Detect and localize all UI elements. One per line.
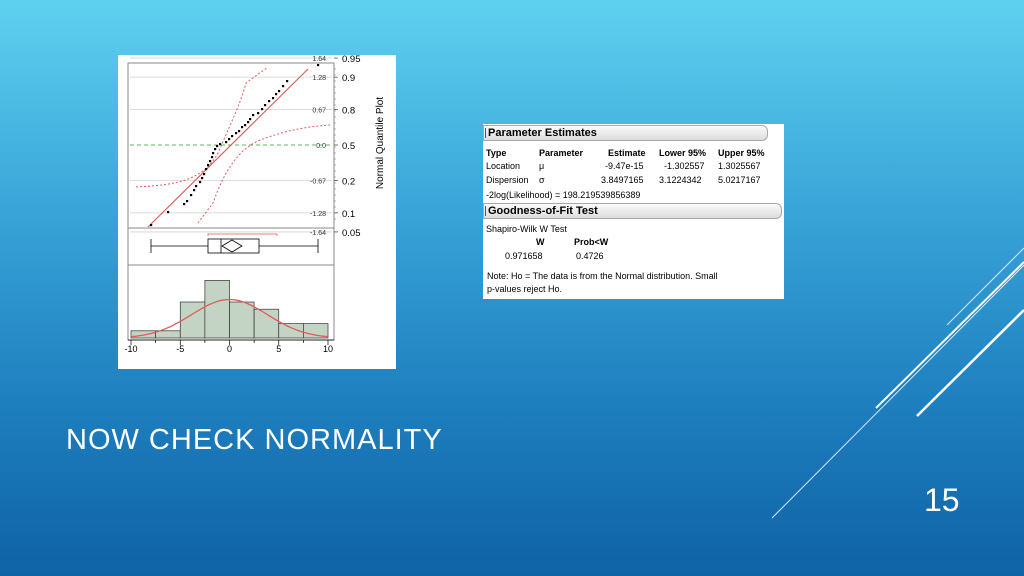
quantile-tick-left: 0.67 [312,107,326,114]
deco-line [875,261,1024,409]
quantile-point [216,145,219,148]
quantile-point [201,177,204,180]
x-tick-label: 10 [323,344,333,354]
quantile-point [247,121,250,124]
quantile-point [219,143,222,146]
parameter-estimates-header[interactable]: Parameter Estimates [483,125,768,141]
histogram-bar [204,280,230,339]
goodness-of-fit-title: Goodness-of-Fit Test [488,205,598,217]
header-lower95: Lower 95% [659,148,707,158]
quantile-point [231,135,234,138]
row-dispersion-lower: 3.1224342 [659,175,702,185]
x-tick-label: -5 [176,344,184,354]
header-parameter: Parameter [539,148,584,158]
quantile-point [278,90,281,93]
quantile-point [241,126,244,129]
quantile-point [225,141,228,144]
header-upper95: Upper 95% [718,148,765,158]
quantile-tick-left: 1.64 [312,56,326,63]
quantile-point [211,156,214,159]
goodness-of-fit-header[interactable]: Goodness-of-Fit Test [483,203,782,219]
quantile-point [228,138,231,141]
note-line-2: p-values reject Ho. [487,284,563,294]
row-location-upper: 1.3025567 [718,161,761,171]
slide-number: 15 [924,482,960,518]
quantile-point [252,114,255,117]
quantile-point [235,132,238,135]
row-dispersion-estimate: 3.8497165 [601,175,644,185]
quantile-point [186,200,189,203]
test-name: Shapiro-Wilk W Test [486,224,567,234]
x-tick-label: -10 [124,344,137,354]
row-location-estimate: -9.47e-15 [605,161,644,171]
quantile-point [244,124,247,127]
fit-report: Parameter Estimates Type Parameter Estim… [483,124,784,299]
quantile-point [257,112,260,115]
quantile-point [238,130,241,133]
quantile-tick-left: -0.67 [310,179,326,186]
quantile-tick-left: -1.64 [310,230,326,237]
quantile-point [268,100,271,103]
quantile-point [167,211,170,214]
quantile-point [275,93,278,96]
histogram-bar [155,330,181,339]
quantile-point [205,168,208,171]
prob-header: Prob<W [574,237,609,247]
quantile-point [212,152,215,155]
deco-line [916,309,1024,417]
quantile-point [193,189,196,192]
x-tick-label: 5 [276,344,281,354]
row-dispersion-param: σ [539,175,545,185]
row-location-lower: -1.302557 [664,161,705,171]
probability-tick-right: 0.9 [342,73,355,84]
note-line-1: Note: Ho = The data is from the Normal d… [487,271,718,281]
quantile-point [207,164,210,167]
w-value: 0.971658 [505,251,543,261]
header-type: Type [486,148,507,158]
p-value: 0.4726 [576,251,604,261]
parameter-estimates-title: Parameter Estimates [488,127,597,139]
distribution-chart-panel: 1.64 0.95 1.28 0.9 0.67 0.8 0.0 0.5 -0.67 0.2 -1.2… [118,55,396,369]
row-dispersion-upper: 5.0217167 [718,175,761,185]
quantile-point [264,104,267,107]
quantile-point [183,203,186,206]
quantile-tick-left: -1.28 [310,211,326,218]
quantile-point [209,160,212,163]
probability-tick-right: 0.95 [342,55,361,65]
probability-tick-right: 0.1 [342,209,355,220]
probability-tick-right: 0.2 [342,177,355,188]
slide-title: NOW CHECK NORMALITY [66,424,443,456]
quantile-point [249,118,252,121]
row-dispersion-type: Dispersion [486,175,529,185]
quantile-tick-left: 1.28 [312,75,326,82]
quantile-tick-left: 0.0 [316,143,326,150]
quantile-point [272,97,275,100]
quantile-point [150,224,153,227]
row-location-param: μ [539,161,545,171]
quantile-point [203,173,206,176]
quantile-point [282,85,285,88]
quantile-point [214,148,217,151]
row-location-type: Location [486,161,521,171]
probability-tick-right: 0.8 [342,105,355,116]
deco-line [771,264,1024,519]
probability-tick-right: 0.5 [342,141,355,152]
quantile-point [261,108,264,111]
w-header: W [536,237,545,247]
histogram-bar [229,301,255,339]
quantile-point [286,80,289,83]
quantile-point [195,185,198,188]
header-estimate: Estimate [608,148,646,158]
quantile-point [190,194,193,197]
x-tick-label: 0 [227,344,232,354]
quantile-point [199,181,202,184]
distribution-chart: 1.64 0.95 1.28 0.9 0.67 0.8 0.0 0.5 -0.67 0.2 -1.2… [124,55,386,354]
deco-line [946,247,1024,326]
likelihood-text: -2log(Likelihood) = 198.219539856389 [486,190,641,200]
quantile-axis-label: Normal Quantile Plot [375,97,386,189]
quantile-point [317,64,320,67]
probability-tick-right: 0.05 [342,228,361,239]
